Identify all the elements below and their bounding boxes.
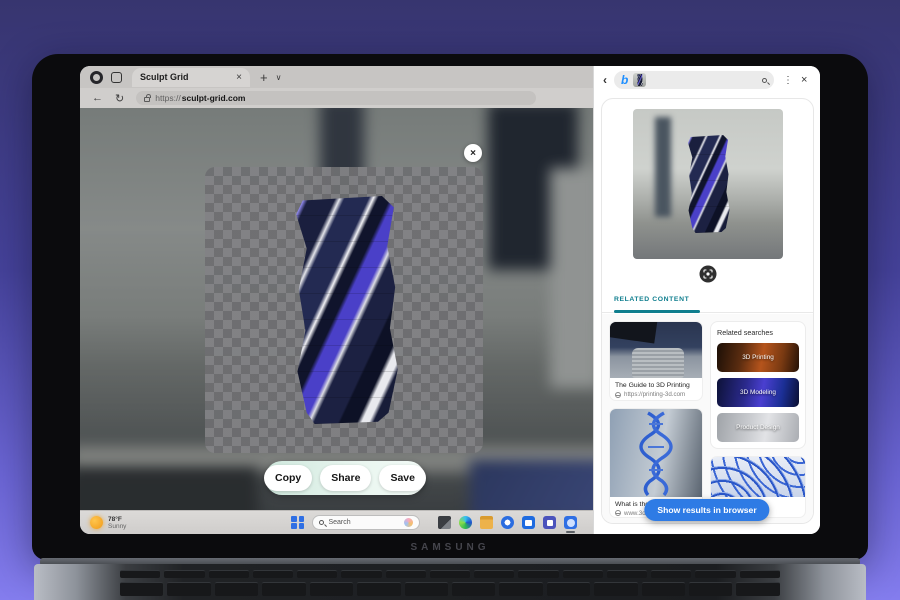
windows-taskbar: 78°F Sunny Search (80, 510, 593, 534)
panel-menu-icon[interactable]: ⋮ (783, 75, 793, 86)
back-icon[interactable]: ← (92, 92, 103, 104)
browser-toolbar: ← ↻ https:// sculpt-grid.com (80, 88, 593, 108)
windows-start-button[interactable] (291, 516, 304, 529)
taskbar-icon-edge[interactable] (459, 516, 472, 529)
result-url: https://printing-3d.com (624, 391, 685, 398)
show-results-button[interactable]: Show results in browser (644, 499, 769, 521)
taskbar-icon-explorer[interactable] (480, 516, 493, 529)
globe-icon (615, 392, 621, 398)
taskbar-search-box[interactable]: Search (312, 515, 420, 530)
visual-search-panel: ‹ b ⋮ × RELATED (593, 66, 820, 534)
window-icon[interactable] (111, 72, 122, 83)
result-card-guide[interactable]: The Guide to 3D Printing https://printin… (609, 321, 703, 401)
related-content-area: The Guide to 3D Printing https://printin… (602, 314, 813, 524)
tab-underline (614, 310, 700, 313)
tab-menu-chevron-icon[interactable]: ∨ (276, 73, 282, 82)
laptop-keyboard (120, 570, 780, 600)
save-button[interactable]: Save (379, 465, 426, 491)
taskbar-icon-taskview[interactable] (438, 516, 451, 529)
vase-thumbnail (681, 135, 735, 233)
panel-search-bar[interactable]: b (614, 71, 774, 89)
related-search-3d-printing[interactable]: 3D Printing (717, 343, 799, 372)
copy-button[interactable]: Copy (264, 465, 312, 491)
new-tab-button[interactable]: + (260, 70, 268, 85)
lock-icon (144, 97, 150, 102)
tab-close-icon[interactable]: × (236, 72, 242, 83)
search-highlights-icon (404, 518, 413, 527)
page-content: × Copy Share Save (80, 108, 593, 510)
search-icon (319, 520, 324, 525)
address-bar[interactable]: https:// sculpt-grid.com (136, 91, 536, 105)
result-title: The Guide to 3D Printing (610, 378, 702, 390)
taskbar-icon-office[interactable] (543, 516, 556, 529)
weather-widget[interactable]: 78°F Sunny (90, 516, 126, 530)
related-searches-card: Related searches 3D Printing 3D Modeling… (710, 321, 806, 449)
crop-close-button[interactable]: × (464, 144, 482, 162)
sun-icon (90, 516, 103, 529)
panel-back-icon[interactable]: ‹ (603, 73, 607, 87)
weather-condition: Sunny (108, 523, 126, 530)
visual-search-card: RELATED CONTENT The Guide to 3D Printing… (601, 98, 814, 524)
bing-logo-icon: b (621, 75, 628, 85)
url-scheme: https:// (155, 93, 181, 103)
laptop-screen: Sculpt Grid × + ∨ ← ↻ https:// sculpt-gr… (80, 66, 820, 534)
samsung-logo: SAMSUNG (0, 542, 900, 553)
taskbar-icon-store[interactable] (522, 516, 535, 529)
globe-icon (615, 510, 621, 516)
related-searches-header: Related searches (717, 328, 799, 337)
crop-action-bar: Copy Share Save (265, 461, 425, 495)
taskbar-icon-browser[interactable] (501, 516, 514, 529)
weather-temp: 78°F (108, 516, 126, 523)
search-label: Search (328, 519, 400, 526)
browser-window: Sculpt Grid × + ∨ ← ↻ https:// sculpt-gr… (80, 66, 593, 534)
result-image-printer (610, 322, 702, 378)
tab-strip: Sculpt Grid × + ∨ (80, 66, 593, 88)
result-image-wireframe (711, 457, 805, 497)
share-button[interactable]: Share (320, 465, 371, 491)
reload-icon[interactable]: ↻ (115, 92, 124, 105)
related-search-product-design[interactable]: Product Design (717, 413, 799, 442)
browser-logo-icon[interactable] (90, 71, 103, 84)
query-image-thumbnail[interactable] (633, 73, 646, 87)
tab-related-content[interactable]: RELATED CONTENT (614, 296, 689, 303)
result-image-dna (610, 409, 702, 497)
tab-title: Sculpt Grid (140, 72, 236, 82)
related-search-3d-modeling[interactable]: 3D Modeling (717, 378, 799, 407)
tab-sculpt-grid[interactable]: Sculpt Grid × (132, 68, 250, 87)
panel-close-icon[interactable]: × (801, 74, 807, 86)
panel-search-icon[interactable] (762, 78, 767, 83)
matched-image-preview[interactable] (633, 109, 783, 259)
taskbar-icon-active-app[interactable] (564, 516, 577, 529)
panel-tabs: RELATED CONTENT (602, 291, 813, 313)
panel-topbar: ‹ b ⋮ × (594, 66, 820, 94)
visual-search-icon[interactable] (699, 265, 717, 283)
url-domain: sculpt-grid.com (182, 93, 246, 103)
